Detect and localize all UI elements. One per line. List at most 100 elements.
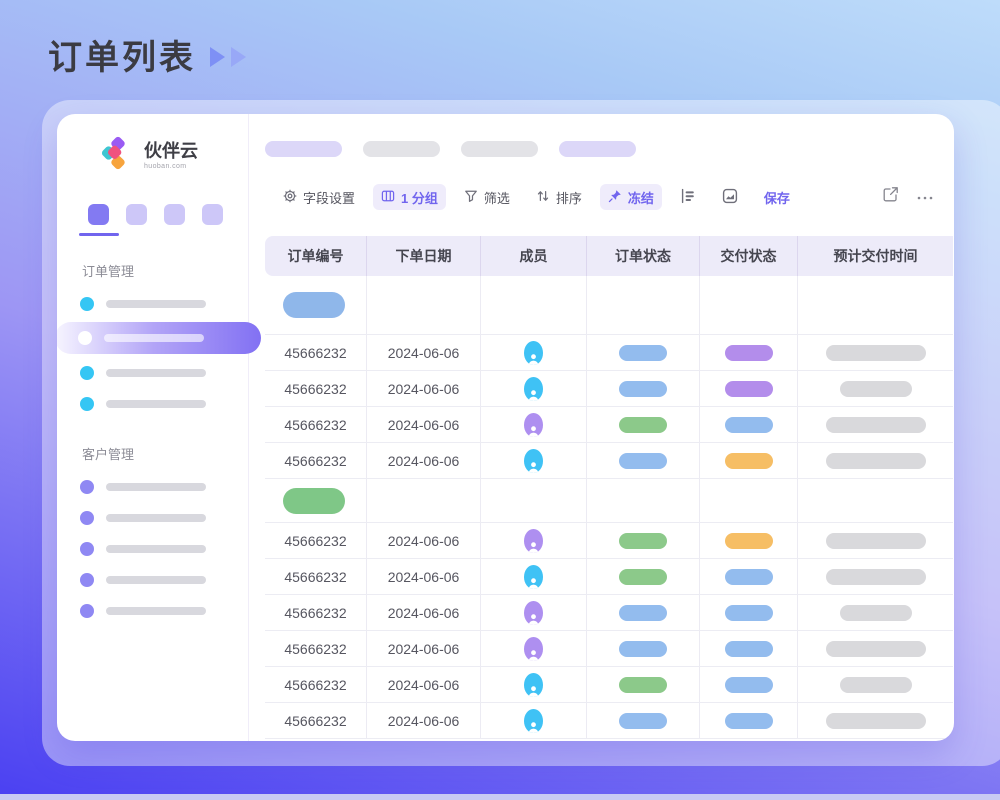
- sidebar-nav-item[interactable]: [57, 533, 248, 564]
- eta-cell: [798, 595, 953, 630]
- sidebar-tab[interactable]: [202, 204, 223, 225]
- nav-dot-icon: [80, 297, 94, 311]
- field-settings-label: 字段设置: [303, 188, 355, 207]
- delivery-status-pill: [725, 713, 773, 729]
- group-value-pill[interactable]: [283, 488, 345, 514]
- order-date-cell: 2024-06-06: [367, 595, 481, 630]
- eta-placeholder-pill: [826, 569, 926, 585]
- order-status-cell: [587, 371, 700, 406]
- column-header[interactable]: 订单状态: [587, 236, 700, 276]
- sidebar-nav-item[interactable]: [57, 595, 248, 626]
- table-row[interactable]: 456662322024-06-06: [265, 371, 953, 407]
- sort-button[interactable]: 排序: [528, 184, 590, 210]
- nav-label-placeholder: [106, 400, 206, 408]
- sidebar-nav-item[interactable]: [57, 322, 261, 354]
- column-header[interactable]: 交付状态: [700, 236, 798, 276]
- column-header[interactable]: 预计交付时间: [798, 236, 953, 276]
- header-chips: [265, 141, 636, 157]
- header-chip-placeholder: [265, 141, 342, 157]
- eta-cell: [798, 667, 953, 702]
- order-status-pill: [619, 345, 667, 361]
- member-cell: [481, 631, 587, 666]
- delivery-status-cell: [700, 371, 798, 406]
- order-date-cell: 2024-06-06: [367, 559, 481, 594]
- table-row[interactable]: 456662322024-06-06: [265, 703, 953, 739]
- group-empty-cell: [798, 276, 953, 334]
- delivery-status-pill: [725, 569, 773, 585]
- sidebar-nav-item[interactable]: [57, 471, 248, 502]
- row-outline-button[interactable]: [672, 184, 704, 210]
- delivery-status-cell: [700, 559, 798, 594]
- freeze-button[interactable]: 冻结: [600, 184, 662, 210]
- column-header[interactable]: 订单编号: [265, 236, 367, 276]
- chart-view-button[interactable]: [714, 184, 746, 210]
- group-empty-cell: [367, 276, 481, 334]
- sidebar-tab[interactable]: [126, 204, 147, 225]
- nav-dot-icon: [80, 604, 94, 618]
- delivery-status-cell: [700, 667, 798, 702]
- eta-cell: [798, 371, 953, 406]
- table-row[interactable]: 456662322024-06-06: [265, 559, 953, 595]
- group-empty-cell: [587, 276, 700, 334]
- outline-rows-icon: [680, 188, 696, 207]
- group-label: 1 分组: [401, 188, 438, 207]
- table-row[interactable]: 456662322024-06-06: [265, 667, 953, 703]
- field-settings-button[interactable]: 字段设置: [275, 184, 363, 210]
- more-button[interactable]: [916, 188, 934, 206]
- order-status-pill: [619, 381, 667, 397]
- member-cell: [481, 407, 587, 442]
- share-button[interactable]: [882, 186, 899, 208]
- eta-cell: [798, 335, 953, 370]
- table-row[interactable]: 456662322024-06-06: [265, 523, 953, 559]
- sidebar-nav-item[interactable]: [57, 502, 248, 533]
- active-tab-underline: [79, 233, 119, 236]
- sidebar-section-label: 客户管理: [82, 444, 248, 463]
- nav-dot-icon: [80, 511, 94, 525]
- sidebar-tab[interactable]: [164, 204, 185, 225]
- column-header[interactable]: 成员: [481, 236, 587, 276]
- order-number-cell: 45666232: [265, 523, 367, 558]
- member-avatar: [524, 529, 543, 553]
- nav-label-placeholder: [106, 300, 206, 308]
- table-row[interactable]: 456662322024-06-06: [265, 335, 953, 371]
- filter-button[interactable]: 筛选: [456, 184, 518, 210]
- order-number-cell: 45666232: [265, 371, 367, 406]
- table-row[interactable]: 456662322024-06-06: [265, 631, 953, 667]
- sidebar-nav-item[interactable]: [57, 288, 248, 319]
- group-value-pill[interactable]: [283, 292, 345, 318]
- delivery-status-cell: [700, 523, 798, 558]
- eta-placeholder-pill: [840, 677, 912, 693]
- nav-label-placeholder: [106, 607, 206, 615]
- delivery-status-cell: [700, 595, 798, 630]
- sidebar-tab[interactable]: [88, 204, 109, 225]
- header-chip-placeholder: [363, 141, 440, 157]
- member-avatar: [524, 565, 543, 589]
- member-cell: [481, 371, 587, 406]
- table-row[interactable]: 456662322024-06-06: [265, 443, 953, 479]
- group-button[interactable]: 1 分组: [373, 184, 446, 210]
- order-status-cell: [587, 523, 700, 558]
- page-background: 订单列表: [0, 0, 1000, 800]
- order-status-pill: [619, 677, 667, 693]
- eta-placeholder-pill: [826, 453, 926, 469]
- logo-brand: 伙伴云: [144, 142, 198, 160]
- delivery-status-cell: [700, 703, 798, 738]
- delivery-status-pill: [725, 677, 773, 693]
- table-row[interactable]: 456662322024-06-06: [265, 407, 953, 443]
- order-status-pill: [619, 569, 667, 585]
- order-status-pill: [619, 641, 667, 657]
- table-row[interactable]: 456662322024-06-06: [265, 595, 953, 631]
- order-status-cell: [587, 631, 700, 666]
- nav-dot-icon: [80, 366, 94, 380]
- sidebar-nav-item[interactable]: [57, 388, 248, 419]
- title-arrows-icon: [210, 46, 252, 68]
- sidebar: 伙伴云 huoban.com 订单管理客户管理: [57, 114, 249, 741]
- order-status-pill: [619, 713, 667, 729]
- delivery-status-cell: [700, 443, 798, 478]
- save-button[interactable]: 保存: [756, 184, 798, 210]
- sidebar-nav-item[interactable]: [57, 357, 248, 388]
- sidebar-nav-item[interactable]: [57, 564, 248, 595]
- column-header[interactable]: 下单日期: [367, 236, 481, 276]
- group-empty-cell: [700, 479, 798, 522]
- sidebar-tabs: [88, 204, 248, 225]
